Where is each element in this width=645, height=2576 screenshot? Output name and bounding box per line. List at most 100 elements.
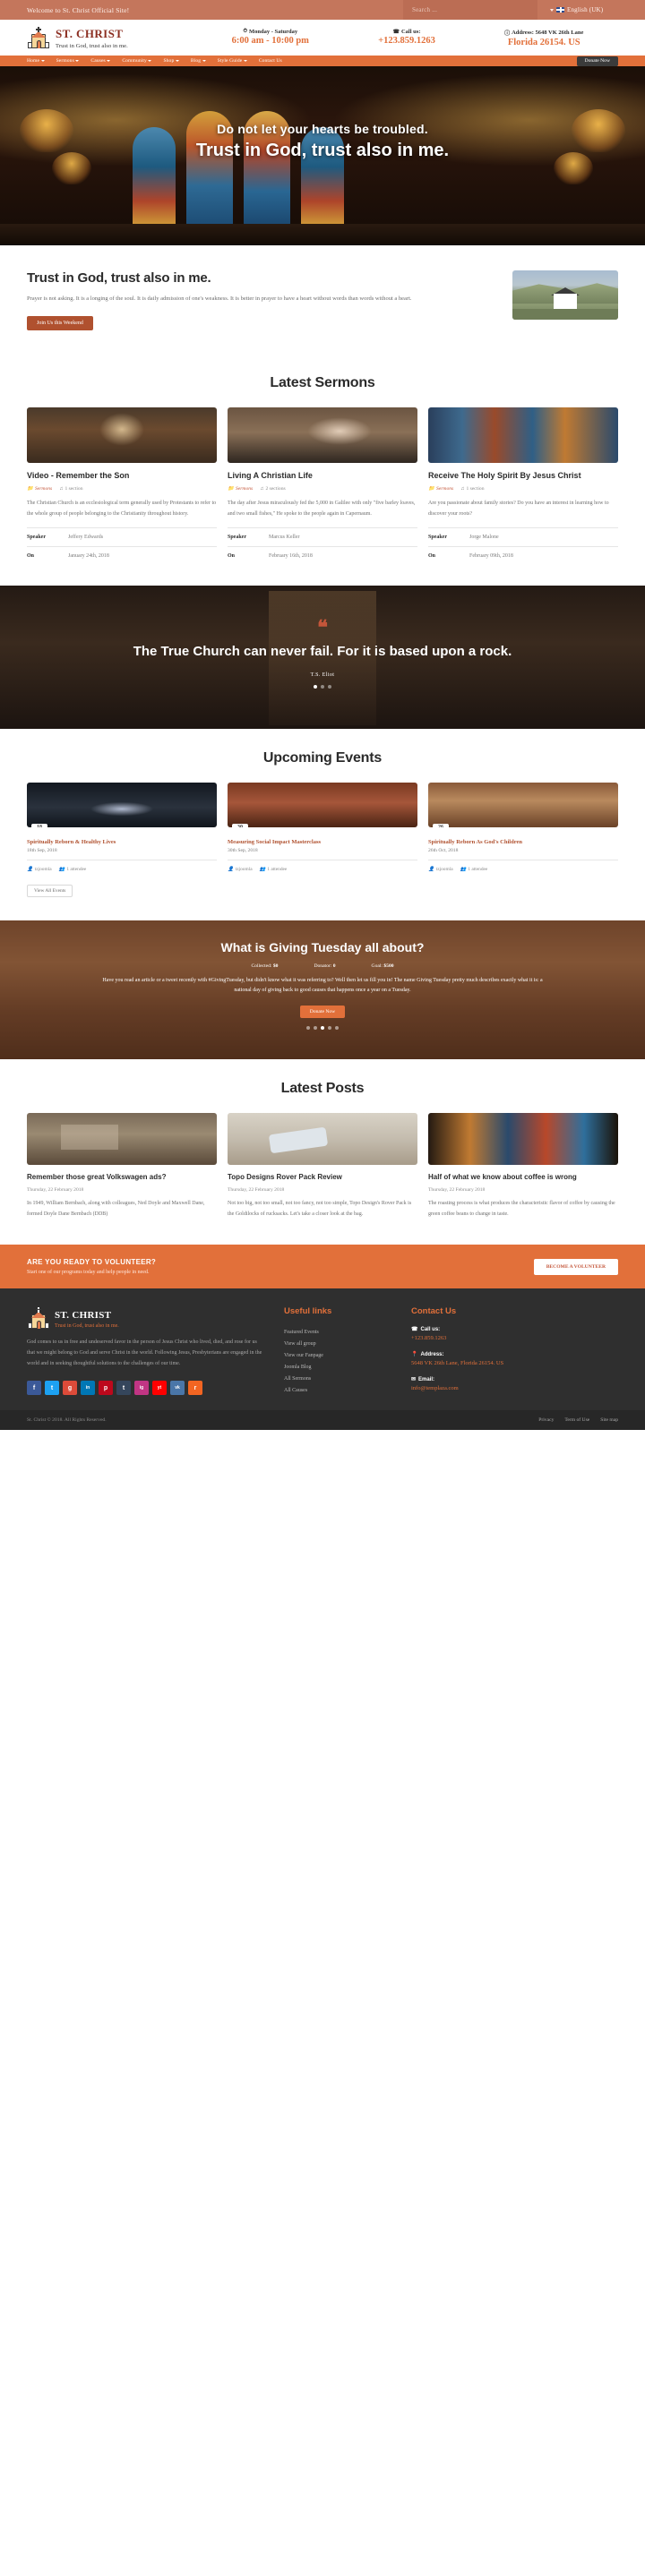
sermon-category[interactable]: 📁 Sermons (428, 486, 453, 492)
sermon-description: Are you passionate about family stories?… (428, 501, 609, 517)
twitter-icon[interactable]: t (45, 1381, 59, 1396)
sermon-title[interactable]: Living A Christian Life (228, 471, 417, 481)
call-value[interactable]: +123.859.1263 (378, 36, 435, 46)
quote-banner: ❝ The True Church can never fail. For it… (0, 586, 645, 730)
sermon-speaker: Jeffery Edwards (68, 535, 104, 541)
nav-item-contact-us[interactable]: Contact Us (259, 58, 282, 64)
speaker-label: Speaker (428, 535, 447, 541)
post-date: Thursday, 22 February 2018 (228, 1187, 285, 1194)
sermon-card[interactable]: Receive The Holy Spirit By Jesus Christ … (428, 407, 618, 559)
event-title[interactable]: Spiritually Reborn As God's Children (428, 839, 618, 845)
instagram-icon[interactable]: ig (134, 1381, 149, 1396)
sermon-card[interactable]: Video - Remember the Son 📁 Sermons ♫ 1 sec… (27, 407, 217, 559)
intro-paragraph: Prayer is not asking. It is a longing of… (27, 295, 412, 302)
event-date-badge: 30 Sep (232, 824, 248, 828)
event-card[interactable]: 26 Oct Spiritually Reborn As God's Child… (428, 783, 618, 872)
footer-email-value[interactable]: info@templaza.com (411, 1385, 618, 1391)
post-title[interactable]: Remember those great Volkswagen ads? (27, 1173, 217, 1182)
carousel-dot[interactable] (321, 685, 324, 689)
post-title[interactable]: Topo Designs Rover Pack Review (228, 1173, 417, 1182)
terms-link[interactable]: Term of Use (564, 1417, 589, 1423)
carousel-dot[interactable] (335, 1025, 339, 1030)
join-us-button[interactable]: Join Us this Weekend (27, 316, 93, 331)
site-footer: ST. CHRIST Trust in God, trust also in m… (0, 1288, 645, 1411)
nav-item-causes[interactable]: Causes (90, 58, 111, 64)
nav-item-shop[interactable]: Shop (163, 58, 179, 64)
goal-stat: Goal: $500 (371, 963, 394, 970)
carousel-dot[interactable] (328, 1025, 331, 1030)
event-date-badge: 26 Oct (433, 824, 449, 828)
event-title[interactable]: Spiritually Reborn & Healthy Lives (27, 839, 217, 845)
footer-link-view-our-fanpage[interactable]: View our Fanpage (284, 1349, 391, 1361)
carousel-dot[interactable] (306, 1025, 310, 1030)
facebook-icon[interactable]: f (27, 1381, 41, 1396)
footer-phone-value[interactable]: +123.859.1263 (411, 1335, 618, 1341)
footer-brand[interactable]: ST. CHRIST Trust in God, trust also in m… (27, 1306, 264, 1329)
event-date: 26th Oct, 2018 (428, 848, 459, 854)
donate-now-button[interactable]: Donate Now (576, 56, 618, 66)
google-plus-icon[interactable]: g (63, 1381, 77, 1396)
phone-block: ☎ Call us: +123.859.1263 (378, 29, 435, 47)
sermon-category[interactable]: 📁 Sermons (228, 486, 253, 492)
pinterest-icon[interactable]: p (99, 1381, 113, 1396)
page-root: Welcome to St. Christ Official Site! Sea… (0, 0, 645, 1431)
youtube-icon[interactable]: yt (152, 1381, 167, 1396)
event-card[interactable]: 30 Sep Measuring Social Impact Mastercla… (228, 783, 417, 872)
tumblr-icon[interactable]: t (116, 1381, 131, 1396)
sermon-category[interactable]: 📁 Sermons (27, 486, 52, 492)
giving-carousel-dots[interactable] (0, 1025, 645, 1030)
giving-donate-button[interactable]: Donate Now (299, 1005, 346, 1018)
quote-carousel-dots[interactable] (0, 685, 645, 689)
quote-author: T.S. Eliot (310, 672, 335, 679)
sermon-image (228, 407, 417, 464)
footer-link-all-sermons[interactable]: All Sermons (284, 1373, 391, 1384)
volunteer-cta: ARE YOU READY TO VOLUNTEER? Start one of… (0, 1245, 645, 1289)
post-date: Thursday, 22 February 2018 (428, 1187, 486, 1194)
view-all-events-button[interactable]: View All Events (27, 885, 73, 898)
carousel-dot[interactable] (314, 1025, 317, 1030)
event-title[interactable]: Measuring Social Impact Masterclass (228, 839, 417, 845)
sermon-title[interactable]: Video - Remember the Son (27, 471, 217, 481)
footer-link-view-all-group[interactable]: View all group (284, 1338, 391, 1349)
carousel-dot[interactable] (328, 685, 331, 689)
post-card[interactable]: Remember those great Volkswagen ads? Thu… (27, 1113, 217, 1220)
search-input[interactable]: Search ... (403, 0, 538, 20)
sermon-title[interactable]: Receive The Holy Spirit By Jesus Christ (428, 471, 618, 481)
rss-icon[interactable]: r (188, 1381, 202, 1396)
carousel-dot[interactable] (314, 685, 317, 689)
address-label: Address: 5648 VK 26th Lane (512, 29, 584, 36)
sitemap-link[interactable]: Site map (600, 1417, 618, 1423)
sermon-card[interactable]: Living A Christian Life 📁 Sermons ♫ 2 sect… (228, 407, 417, 559)
sermon-date: January 24th, 2018 (68, 553, 109, 560)
post-title[interactable]: Half of what we know about coffee is wro… (428, 1173, 618, 1182)
post-description: The roasting process is what produces th… (428, 1201, 615, 1217)
become-volunteer-button[interactable]: BECOME A VOLUNTEER (533, 1258, 618, 1275)
nav-item-community[interactable]: Community (122, 58, 152, 64)
post-card[interactable]: Topo Designs Rover Pack Review Thursday,… (228, 1113, 417, 1220)
post-card[interactable]: Half of what we know about coffee is wro… (428, 1113, 618, 1220)
footer-link-featured-events[interactable]: Featured Events (284, 1326, 391, 1338)
nav-item-style-guide[interactable]: Style Guide (218, 58, 247, 64)
sermon-image (27, 407, 217, 464)
event-day: 30 (237, 825, 243, 828)
privacy-link[interactable]: Privacy (538, 1417, 554, 1423)
welcome-text: Welcome to St. Christ Official Site! (27, 5, 130, 14)
event-date: 30th Sep, 2018 (228, 848, 258, 854)
intro-image (512, 270, 618, 320)
nav-item-sermons[interactable]: Sermons (56, 58, 80, 64)
language-selector[interactable]: English (UK) (538, 0, 645, 20)
post-image (428, 1113, 618, 1166)
linkedin-icon[interactable]: in (81, 1381, 95, 1396)
quote-text: The True Church can never fail. For it i… (133, 644, 512, 660)
top-bar: Welcome to St. Christ Official Site! Sea… (0, 0, 645, 20)
event-card[interactable]: 18 Sep Spiritually Reborn & Healthy Live… (27, 783, 217, 872)
contact-us-title: Contact Us (411, 1306, 457, 1317)
footer-link-all-causes[interactable]: All Causes (284, 1384, 391, 1396)
nav-item-blog[interactable]: Blog (191, 58, 206, 64)
vk-icon[interactable]: vk (170, 1381, 185, 1396)
footer-link-joomla-blog[interactable]: Joomla Blog (284, 1361, 391, 1373)
brand-logo[interactable]: ST. CHRIST Trust in God, trust also in m… (27, 26, 197, 49)
carousel-dot[interactable] (321, 1025, 324, 1030)
post-description: Not too big, not too small, not too fanc… (228, 1201, 412, 1217)
nav-item-home[interactable]: Home (27, 58, 45, 64)
